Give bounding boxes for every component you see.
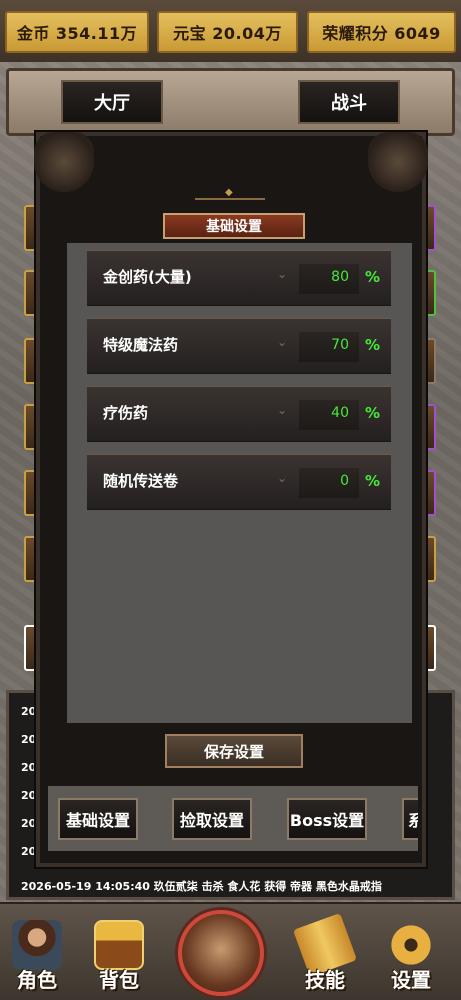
tab-battle[interactable]: 战斗 xyxy=(298,80,400,124)
yuanbao-currency: 元宝 20.04万 xyxy=(157,11,298,53)
nav-label: 设置 xyxy=(391,968,431,992)
dialog-ornament-right xyxy=(368,132,428,192)
dialog-title: 基础设置 xyxy=(163,213,305,239)
nav-character[interactable]: 角色 xyxy=(2,914,72,998)
setting-value[interactable]: 40 xyxy=(299,405,349,421)
treasure-chest-icon xyxy=(94,920,144,970)
setting-value[interactable]: 0 xyxy=(299,473,349,489)
percent-unit: % xyxy=(365,268,381,286)
chevron-down-icon[interactable]: ⌄ xyxy=(277,267,287,281)
setting-value[interactable]: 70 xyxy=(299,337,349,353)
setting-label: 特级魔法药 xyxy=(103,336,179,354)
setting-label: 疗伤药 xyxy=(103,404,149,422)
subtab-boss[interactable]: Boss设置 xyxy=(287,798,367,840)
character-icon xyxy=(12,920,62,970)
setting-row[interactable]: 疗伤药 ⌄ 40 % xyxy=(87,386,391,442)
nav-label: 背包 xyxy=(99,968,139,992)
nav-label: 角色 xyxy=(17,968,57,992)
setting-row[interactable]: 金创药(大量) ⌄ 80 % xyxy=(87,250,391,306)
gear-icon xyxy=(386,920,436,970)
nav-bag[interactable]: 背包 xyxy=(84,914,154,998)
subtab-pickup[interactable]: 捡取设置 xyxy=(172,798,252,840)
settings-panel: 金创药(大量) ⌄ 80 % 特级魔法药 ⌄ 70 % 疗伤药 ⌄ 40 % 随… xyxy=(67,243,412,723)
nav-skills[interactable]: 技能 xyxy=(290,912,360,998)
chevron-down-icon[interactable]: ⌄ xyxy=(277,403,287,417)
percent-unit: % xyxy=(365,472,381,490)
subtab-system[interactable]: 系 xyxy=(402,798,418,840)
percent-unit: % xyxy=(365,336,381,354)
setting-label: 随机传送卷 xyxy=(103,472,179,490)
setting-row[interactable]: 特级魔法药 ⌄ 70 % xyxy=(87,318,391,374)
settings-dialog: 基础设置 金创药(大量) ⌄ 80 % 特级魔法药 ⌄ 70 % 疗伤药 ⌄ 4… xyxy=(34,132,428,867)
honor-points: 荣耀积分 6049 xyxy=(307,11,456,53)
log-line-latest: 2026-05-19 14:05:40 玖伍贰柒 击杀 食人花 获得 帝器 黑色… xyxy=(21,880,382,893)
settings-subtabs: 基础设置 捡取设置 Boss设置 系 xyxy=(48,786,418,851)
setting-row[interactable]: 随机传送卷 ⌄ 0 % xyxy=(87,454,391,510)
chevron-down-icon[interactable]: ⌄ xyxy=(277,335,287,349)
hero-portrait-icon[interactable] xyxy=(178,910,264,996)
dialog-ornament-left xyxy=(34,132,94,192)
percent-unit: % xyxy=(365,404,381,422)
nav-label: 技能 xyxy=(305,968,345,992)
save-settings-button[interactable]: 保存设置 xyxy=(165,734,303,768)
setting-label: 金创药(大量) xyxy=(103,268,192,286)
subtab-basic[interactable]: 基础设置 xyxy=(58,798,138,840)
chevron-down-icon[interactable]: ⌄ xyxy=(277,471,287,485)
tab-hall[interactable]: 大厅 xyxy=(61,80,163,124)
gold-currency: 金币 354.11万 xyxy=(5,11,149,53)
dialog-ornament-divider xyxy=(195,187,265,200)
currency-bar: 金币 354.11万 元宝 20.04万 荣耀积分 6049 xyxy=(0,0,461,62)
nav-settings[interactable]: 设置 xyxy=(376,914,446,998)
setting-value[interactable]: 80 xyxy=(299,269,349,285)
